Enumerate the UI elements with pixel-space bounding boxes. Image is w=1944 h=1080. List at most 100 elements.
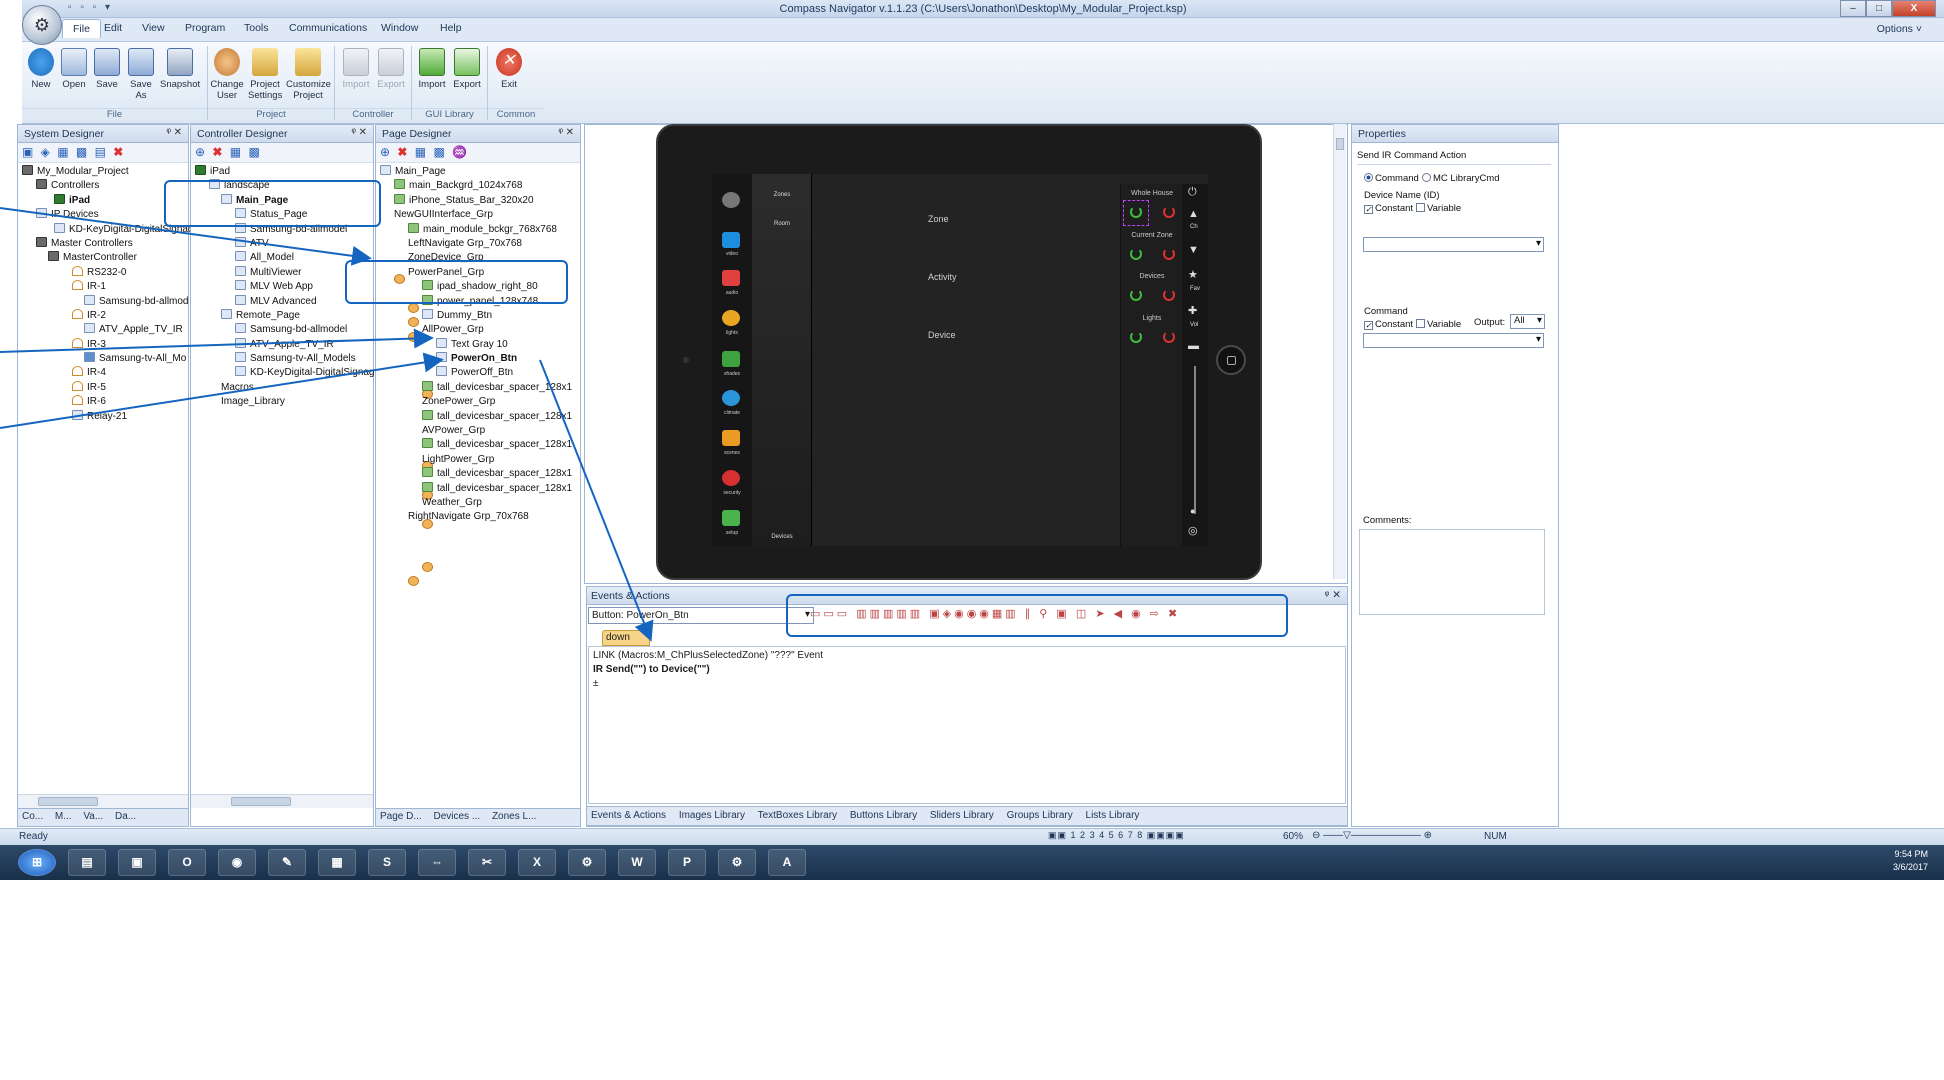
tree-item[interactable]: iPad: [18, 193, 188, 208]
menu-help[interactable]: Help: [440, 22, 462, 34]
tree-item[interactable]: Samsung-bd-allmod: [18, 294, 189, 309]
paint-icon[interactable]: ✎: [268, 849, 306, 876]
device-constant-checkbox[interactable]: ✓ Constant: [1364, 203, 1413, 214]
close-button[interactable]: X: [1892, 0, 1936, 17]
tree-item[interactable]: tall_devicesbar_spacer_128x1: [376, 438, 580, 452]
tree-item[interactable]: KD-KeyDigital-DigitalSignag: [191, 366, 375, 380]
tree-item[interactable]: Weather_Grp: [376, 496, 580, 572]
action-row[interactable]: LINK (Macros:M_ChPlusSelectedZone) "???"…: [593, 649, 1341, 663]
tree-item[interactable]: RightNavigate Grp_70x768: [376, 510, 580, 587]
power-on-icon[interactable]: [1130, 248, 1142, 260]
command-constant-checkbox[interactable]: ✓ Constant: [1364, 319, 1413, 330]
clock-time[interactable]: 9:54 PM: [1893, 848, 1928, 861]
mute-icon[interactable]: ◎: [1188, 524, 1198, 537]
tree-item[interactable]: PowerOn_Btn: [376, 352, 580, 366]
tree-item[interactable]: PowerOff_Btn: [376, 366, 580, 380]
tree-item[interactable]: IR-1: [18, 280, 188, 294]
power-panel[interactable]: Whole House Current Zone Devices Lights: [1120, 184, 1182, 546]
right-navigate-bar[interactable]: ⏻ ▲ Ch ▼ ★ Fav ✚ Vol ▬ ● ◎: [1182, 184, 1208, 546]
tree-item[interactable]: Image_Library: [191, 395, 373, 409]
event-action-list[interactable]: LINK (Macros:M_ChPlusSelectedZone) "???"…: [588, 646, 1346, 804]
nav-devices[interactable]: Devices: [752, 534, 812, 540]
nav-zones[interactable]: Zones: [752, 192, 812, 198]
calculator-icon[interactable]: ▦: [318, 849, 356, 876]
tree-item[interactable]: Relay-21: [18, 409, 188, 424]
tree-item[interactable]: AllPower_Grp: [376, 323, 580, 400]
action-row[interactable]: ±: [593, 677, 1341, 691]
menu-view[interactable]: View: [142, 22, 165, 34]
word-icon[interactable]: W: [618, 849, 656, 876]
tree-item[interactable]: IR-2: [18, 308, 188, 323]
taskbar-app-icon[interactable]: ⚙: [718, 849, 756, 876]
power-on-icon[interactable]: [1130, 331, 1142, 343]
menu-tools[interactable]: Tools: [244, 22, 269, 34]
page-buttons[interactable]: ▣▣ 1 2 3 4 5 6 7 8 ▣▣▣▣: [1048, 830, 1185, 841]
tab-lists-library[interactable]: Lists Library: [1086, 810, 1140, 821]
tree-item[interactable]: Main_Page: [376, 165, 580, 179]
powerpoint-icon[interactable]: P: [668, 849, 706, 876]
controller-import-button[interactable]: Import: [339, 48, 373, 90]
page-designer-toolbar[interactable]: ⊕ ✖ ▦ ▩ ♒: [376, 143, 580, 163]
action-row[interactable]: IR Send("") to Device(""): [593, 663, 1341, 677]
taskbar-app-icon[interactable]: ▣: [118, 849, 156, 876]
tree-item[interactable]: Samsung-tv-All_Models: [191, 352, 373, 366]
output-dropdown[interactable]: All: [1510, 314, 1545, 329]
chrome-icon[interactable]: ◉: [218, 849, 256, 876]
tab-macros[interactable]: M...: [55, 811, 72, 822]
menu-program[interactable]: Program: [185, 22, 225, 34]
tree-item[interactable]: tall_devicesbar_spacer_128x1: [376, 409, 580, 424]
tree-item[interactable]: ATV_Apple_TV_IR: [18, 323, 188, 337]
zoom-slider[interactable]: ⊖ ——▽——————— ⊕: [1312, 830, 1432, 841]
setup-icon[interactable]: [722, 510, 740, 526]
zone-device-group[interactable]: Zones Room Devices: [752, 174, 812, 546]
device-variable-checkbox[interactable]: Variable: [1416, 203, 1461, 214]
menu-file[interactable]: File: [62, 19, 101, 38]
tree-item[interactable]: IR-5: [18, 380, 188, 395]
tree-item[interactable]: IR-6: [18, 395, 188, 409]
security-icon[interactable]: [722, 470, 740, 486]
tree-item[interactable]: IR-3: [18, 337, 188, 352]
explorer-icon[interactable]: ▤: [68, 849, 106, 876]
scenes-icon[interactable]: [722, 430, 740, 446]
left-navigate-bar[interactable]: video audio lights shades climate scenes…: [712, 174, 752, 546]
horizontal-scrollbar[interactable]: [191, 794, 373, 808]
command-variable-checkbox[interactable]: Variable: [1416, 319, 1461, 330]
shades-icon[interactable]: [722, 351, 740, 367]
menu-edit[interactable]: Edit: [104, 22, 122, 34]
tab-sliders-library[interactable]: Sliders Library: [930, 810, 994, 821]
selected-power-on-button[interactable]: [1123, 200, 1149, 226]
system-designer-toolbar[interactable]: ▣ ◈ ▦ ▩ ▤ ✖: [18, 143, 188, 163]
power-off-icon[interactable]: [1163, 331, 1175, 343]
clock-date[interactable]: 3/6/2017: [1893, 861, 1928, 874]
pin-icon[interactable]: ᵠ ✕: [558, 127, 574, 138]
canvas-vertical-scrollbar[interactable]: [1333, 124, 1346, 579]
tree-item[interactable]: IR-4: [18, 366, 188, 380]
tree-item[interactable]: tall_devicesbar_spacer_128x1: [376, 467, 580, 481]
tree-item[interactable]: MasterController: [18, 251, 188, 265]
save-button[interactable]: Save: [90, 48, 124, 90]
minimize-button[interactable]: –: [1840, 0, 1866, 17]
tab-textboxes-library[interactable]: TextBoxes Library: [758, 810, 837, 821]
tree-item[interactable]: Samsung-tv-All_Mo: [18, 352, 188, 366]
pin-icon[interactable]: ᵠ ✕: [351, 127, 367, 138]
tree-item[interactable]: My_Modular_Project: [18, 165, 188, 179]
audio-icon[interactable]: [722, 270, 740, 286]
new-button[interactable]: New: [24, 48, 58, 90]
button-selector-dropdown[interactable]: Button: PowerOn_Btn: [588, 607, 814, 624]
options-menu[interactable]: Options ˅: [1877, 23, 1922, 35]
tree-item[interactable]: Macros: [191, 381, 373, 395]
command-radio[interactable]: Command: [1364, 173, 1419, 184]
volume-slider-thumb-icon[interactable]: ●: [1190, 506, 1195, 516]
tab-variables[interactable]: Va...: [83, 811, 103, 822]
acrobat-icon[interactable]: A: [768, 849, 806, 876]
tree-item[interactable]: KD-KeyDigital-DigitalSignag: [18, 222, 194, 237]
save-as-button[interactable]: Save As: [124, 48, 158, 101]
tab-groups-library[interactable]: Groups Library: [1007, 810, 1073, 821]
command-dropdown[interactable]: [1363, 333, 1544, 348]
power-on-icon[interactable]: [1130, 289, 1142, 301]
tree-item[interactable]: tall_devicesbar_spacer_128x1: [376, 481, 580, 496]
controller-export-button[interactable]: Export: [374, 48, 408, 90]
tree-item[interactable]: iPhone_Status_Bar_320x20: [376, 193, 580, 208]
snapshot-button[interactable]: Snapshot: [160, 48, 200, 90]
tab-devices[interactable]: Devices ...: [433, 811, 480, 822]
